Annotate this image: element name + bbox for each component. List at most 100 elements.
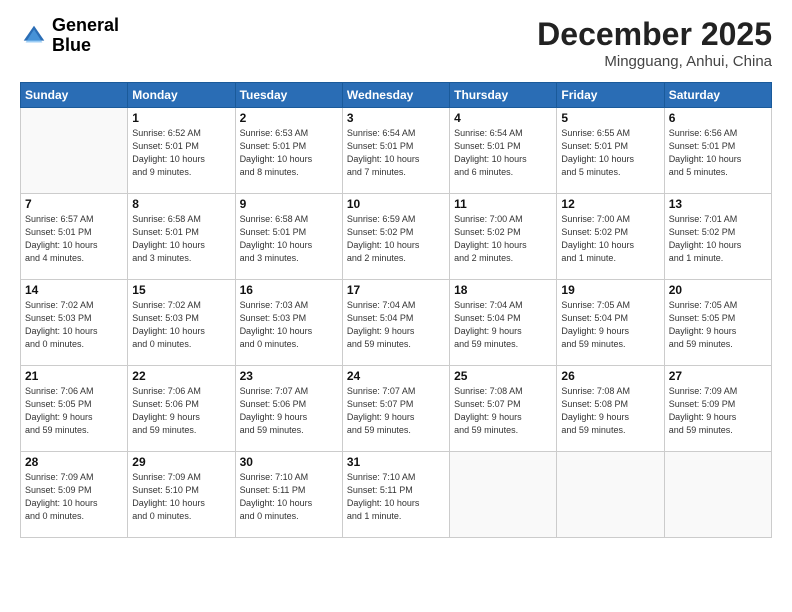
day-number: 2 [240, 111, 338, 125]
day-info: Sunrise: 7:01 AM Sunset: 5:02 PM Dayligh… [669, 213, 767, 265]
day-info: Sunrise: 7:10 AM Sunset: 5:11 PM Dayligh… [347, 471, 445, 523]
day-info: Sunrise: 6:57 AM Sunset: 5:01 PM Dayligh… [25, 213, 123, 265]
day-number: 17 [347, 283, 445, 297]
day-number: 20 [669, 283, 767, 297]
day-number: 1 [132, 111, 230, 125]
calendar-cell: 5 Sunrise: 6:55 AM Sunset: 5:01 PM Daylig… [557, 108, 664, 194]
day-info: Sunrise: 6:54 AM Sunset: 5:01 PM Dayligh… [454, 127, 552, 179]
day-number: 14 [25, 283, 123, 297]
calendar-cell [21, 108, 128, 194]
day-number: 8 [132, 197, 230, 211]
calendar-cell: 27 Sunrise: 7:09 AM Sunset: 5:09 PM Dayli… [664, 366, 771, 452]
day-number: 5 [561, 111, 659, 125]
day-number: 3 [347, 111, 445, 125]
day-info: Sunrise: 7:09 AM Sunset: 5:09 PM Dayligh… [669, 385, 767, 437]
day-info: Sunrise: 6:59 AM Sunset: 5:02 PM Dayligh… [347, 213, 445, 265]
calendar-cell: 2 Sunrise: 6:53 AM Sunset: 5:01 PM Daylig… [235, 108, 342, 194]
calendar-week-row: 1 Sunrise: 6:52 AM Sunset: 5:01 PM Daylig… [21, 108, 772, 194]
day-number: 9 [240, 197, 338, 211]
day-number: 28 [25, 455, 123, 469]
calendar-cell: 31 Sunrise: 7:10 AM Sunset: 5:11 PM Dayli… [342, 452, 449, 538]
calendar-cell: 18 Sunrise: 7:04 AM Sunset: 5:04 PM Dayli… [450, 280, 557, 366]
month-title: December 2025 [537, 16, 772, 53]
calendar-cell: 20Sunrise: 7:05 AM Sunset: 5:05 PM Dayli… [664, 280, 771, 366]
logo-icon [20, 22, 48, 50]
calendar-cell: 24Sunrise: 7:07 AM Sunset: 5:07 PM Dayli… [342, 366, 449, 452]
calendar-weekday: Thursday [450, 83, 557, 108]
calendar-cell: 7 Sunrise: 6:57 AM Sunset: 5:01 PM Daylig… [21, 194, 128, 280]
calendar-cell: 12 Sunrise: 7:00 AM Sunset: 5:02 PM Dayli… [557, 194, 664, 280]
day-info: Sunrise: 6:58 AM Sunset: 5:01 PM Dayligh… [240, 213, 338, 265]
day-info: Sunrise: 7:04 AM Sunset: 5:04 PM Dayligh… [454, 299, 552, 351]
day-info: Sunrise: 6:54 AM Sunset: 5:01 PM Dayligh… [347, 127, 445, 179]
location: Mingguang, Anhui, China [537, 53, 772, 70]
calendar-cell: 17 Sunrise: 7:04 AM Sunset: 5:04 PM Dayli… [342, 280, 449, 366]
day-info: Sunrise: 7:06 AM Sunset: 5:06 PM Dayligh… [132, 385, 230, 437]
day-info: Sunrise: 7:09 AM Sunset: 5:09 PM Dayligh… [25, 471, 123, 523]
day-number: 16 [240, 283, 338, 297]
page: General Blue December 2025 Mingguang, An… [0, 0, 792, 612]
calendar-cell: 11 Sunrise: 7:00 AM Sunset: 5:02 PM Dayli… [450, 194, 557, 280]
calendar-cell: 29 Sunrise: 7:09 AM Sunset: 5:10 PM Dayli… [128, 452, 235, 538]
day-number: 18 [454, 283, 552, 297]
day-number: 4 [454, 111, 552, 125]
calendar-weekday: Friday [557, 83, 664, 108]
day-number: 25 [454, 369, 552, 383]
day-info: Sunrise: 7:07 AM Sunset: 5:06 PM Dayligh… [240, 385, 338, 437]
calendar-cell: 14 Sunrise: 7:02 AM Sunset: 5:03 PM Dayli… [21, 280, 128, 366]
day-number: 22 [132, 369, 230, 383]
calendar-week-row: 7 Sunrise: 6:57 AM Sunset: 5:01 PM Daylig… [21, 194, 772, 280]
day-number: 30 [240, 455, 338, 469]
day-info: Sunrise: 6:53 AM Sunset: 5:01 PM Dayligh… [240, 127, 338, 179]
day-info: Sunrise: 6:56 AM Sunset: 5:01 PM Dayligh… [669, 127, 767, 179]
day-info: Sunrise: 6:58 AM Sunset: 5:01 PM Dayligh… [132, 213, 230, 265]
calendar-cell: 9 Sunrise: 6:58 AM Sunset: 5:01 PM Daylig… [235, 194, 342, 280]
day-number: 24 [347, 369, 445, 383]
day-number: 11 [454, 197, 552, 211]
calendar-cell: 22 Sunrise: 7:06 AM Sunset: 5:06 PM Dayli… [128, 366, 235, 452]
day-info: Sunrise: 7:00 AM Sunset: 5:02 PM Dayligh… [561, 213, 659, 265]
calendar-week-row: 21Sunrise: 7:06 AM Sunset: 5:05 PM Dayli… [21, 366, 772, 452]
day-info: Sunrise: 7:04 AM Sunset: 5:04 PM Dayligh… [347, 299, 445, 351]
day-info: Sunrise: 7:02 AM Sunset: 5:03 PM Dayligh… [132, 299, 230, 351]
calendar-cell: 30Sunrise: 7:10 AM Sunset: 5:11 PM Dayli… [235, 452, 342, 538]
day-info: Sunrise: 7:02 AM Sunset: 5:03 PM Dayligh… [25, 299, 123, 351]
calendar-weekday: Sunday [21, 83, 128, 108]
day-number: 12 [561, 197, 659, 211]
calendar-cell: 13Sunrise: 7:01 AM Sunset: 5:02 PM Dayli… [664, 194, 771, 280]
calendar-cell [450, 452, 557, 538]
day-info: Sunrise: 7:03 AM Sunset: 5:03 PM Dayligh… [240, 299, 338, 351]
calendar-table: SundayMondayTuesdayWednesdayThursdayFrid… [20, 82, 772, 538]
calendar-cell: 1 Sunrise: 6:52 AM Sunset: 5:01 PM Daylig… [128, 108, 235, 194]
calendar-cell: 21Sunrise: 7:06 AM Sunset: 5:05 PM Dayli… [21, 366, 128, 452]
day-number: 26 [561, 369, 659, 383]
calendar-cell: 3 Sunrise: 6:54 AM Sunset: 5:01 PM Daylig… [342, 108, 449, 194]
calendar-weekday: Saturday [664, 83, 771, 108]
calendar-cell: 8 Sunrise: 6:58 AM Sunset: 5:01 PM Daylig… [128, 194, 235, 280]
calendar-weekday: Wednesday [342, 83, 449, 108]
calendar-cell: 10Sunrise: 6:59 AM Sunset: 5:02 PM Dayli… [342, 194, 449, 280]
calendar-cell [664, 452, 771, 538]
calendar-cell: 25 Sunrise: 7:08 AM Sunset: 5:07 PM Dayli… [450, 366, 557, 452]
day-info: Sunrise: 7:09 AM Sunset: 5:10 PM Dayligh… [132, 471, 230, 523]
calendar-weekday: Monday [128, 83, 235, 108]
calendar-cell: 6Sunrise: 6:56 AM Sunset: 5:01 PM Daylig… [664, 108, 771, 194]
calendar-cell: 16 Sunrise: 7:03 AM Sunset: 5:03 PM Dayli… [235, 280, 342, 366]
day-number: 27 [669, 369, 767, 383]
calendar-cell: 26Sunrise: 7:08 AM Sunset: 5:08 PM Dayli… [557, 366, 664, 452]
day-number: 29 [132, 455, 230, 469]
day-info: Sunrise: 7:00 AM Sunset: 5:02 PM Dayligh… [454, 213, 552, 265]
day-number: 31 [347, 455, 445, 469]
day-info: Sunrise: 6:55 AM Sunset: 5:01 PM Dayligh… [561, 127, 659, 179]
logo: General Blue [20, 16, 119, 56]
calendar-cell: 28 Sunrise: 7:09 AM Sunset: 5:09 PM Dayli… [21, 452, 128, 538]
day-info: Sunrise: 7:08 AM Sunset: 5:07 PM Dayligh… [454, 385, 552, 437]
day-info: Sunrise: 6:52 AM Sunset: 5:01 PM Dayligh… [132, 127, 230, 179]
day-number: 7 [25, 197, 123, 211]
day-number: 21 [25, 369, 123, 383]
header: General Blue December 2025 Mingguang, An… [20, 16, 772, 70]
calendar-cell: 19Sunrise: 7:05 AM Sunset: 5:04 PM Dayli… [557, 280, 664, 366]
logo-blue: Blue [52, 36, 119, 56]
calendar-week-row: 28 Sunrise: 7:09 AM Sunset: 5:09 PM Dayli… [21, 452, 772, 538]
day-number: 19 [561, 283, 659, 297]
